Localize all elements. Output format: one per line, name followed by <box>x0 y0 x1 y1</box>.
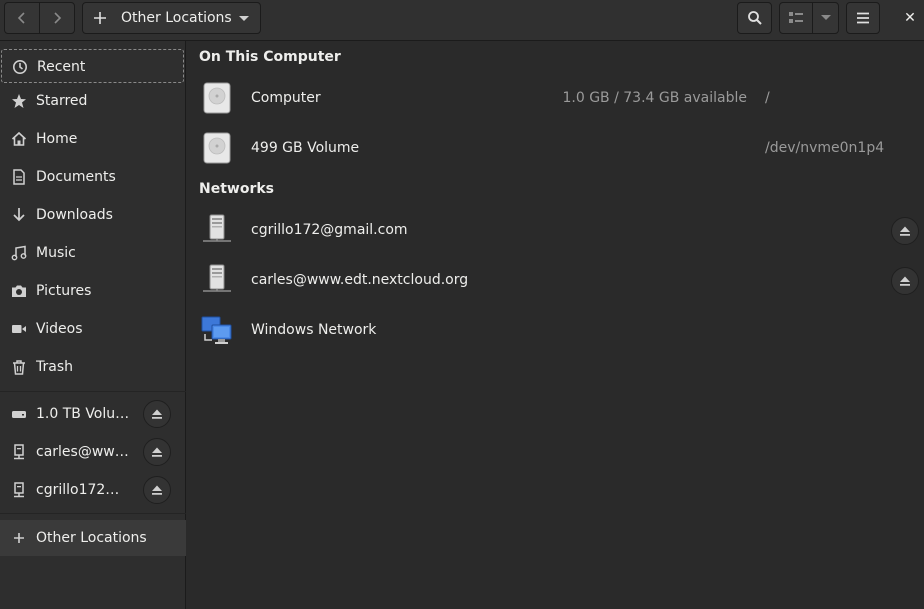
plus-icon <box>94 12 106 24</box>
eject-icon <box>152 447 162 457</box>
location-path: /dev/nvme0n1p4 <box>765 140 885 156</box>
close-button[interactable]: ✕ <box>896 4 924 32</box>
sidebar-item-label: Home <box>36 131 78 147</box>
sidebar-item-nextcloud[interactable]: carles@www.edt.nextcloud.org <box>0 435 186 469</box>
view-mode-button[interactable] <box>779 2 813 34</box>
star-icon <box>12 94 26 108</box>
section-title-networks: Networks <box>199 181 275 197</box>
music-icon <box>11 245 27 261</box>
location-name: Windows Network <box>251 322 377 338</box>
document-icon <box>13 169 25 185</box>
sidebar-item-other-locations[interactable]: Other Locations <box>0 520 186 556</box>
list-view-icon <box>789 12 803 23</box>
video-icon <box>12 325 26 333</box>
sidebar-item-label: Downloads <box>36 207 113 223</box>
location-row-499gb-volume[interactable]: 499 GB Volume /dev/nvme0n1p4 <box>187 123 924 173</box>
go-previous-icon <box>17 12 25 24</box>
location-label: Other Locations <box>121 10 232 26</box>
eject-button[interactable] <box>143 476 171 504</box>
sidebar-item-downloads[interactable]: Downloads <box>0 198 186 232</box>
other-locations-view: On This Computer Computer 1.0 GB / 73.4 … <box>187 41 924 609</box>
camera-icon <box>12 285 26 297</box>
hard-drive-icon <box>203 132 231 164</box>
sidebar-item-home[interactable]: Home <box>0 122 186 156</box>
main-menu-button[interactable] <box>846 2 880 34</box>
trash-icon <box>13 360 25 375</box>
sidebar-separator <box>0 391 186 392</box>
sidebar-item-label: Recent <box>37 59 86 75</box>
location-row-computer[interactable]: Computer 1.0 GB / 73.4 GB available / <box>187 73 924 123</box>
home-icon <box>11 131 27 146</box>
location-space: 1.0 GB / 73.4 GB available <box>562 90 747 106</box>
sidebar-item-1tb-volume[interactable]: 1.0 TB Volume <box>0 397 186 431</box>
location-name: carles@www.edt.nextcloud.org <box>251 272 469 288</box>
eject-button[interactable] <box>143 400 171 428</box>
forward-button[interactable] <box>39 2 75 34</box>
sidebar-item-pictures[interactable]: Pictures <box>0 274 186 308</box>
location-row-windows-network[interactable]: Windows Network <box>187 305 924 355</box>
eject-icon <box>152 485 162 495</box>
eject-button[interactable] <box>891 267 919 295</box>
location-name: Computer <box>251 90 321 106</box>
drive-icon <box>12 411 26 418</box>
network-server-icon <box>203 264 231 292</box>
sidebar-item-gmail[interactable]: cgrillo172@gmail.com <box>0 473 186 507</box>
chevron-down-icon <box>820 15 831 20</box>
eject-icon <box>152 409 162 419</box>
chevron-down-icon[interactable] <box>238 15 250 23</box>
location-name: cgrillo172@gmail.com <box>251 222 408 238</box>
sidebar-item-label: Music <box>36 245 76 261</box>
network-server-icon <box>14 482 24 498</box>
back-button[interactable] <box>4 2 40 34</box>
go-next-icon <box>54 12 62 24</box>
eject-icon <box>900 226 910 236</box>
sidebar-item-starred[interactable]: Starred <box>0 84 186 118</box>
sidebar-item-label: carles@www.edt.nextcloud.org <box>36 444 132 460</box>
sidebar-item-trash[interactable]: Trash <box>0 350 186 384</box>
eject-icon <box>900 276 910 286</box>
sidebar-item-label: cgrillo172@gmail.com <box>36 482 132 498</box>
plus-icon <box>14 533 24 543</box>
hard-drive-icon <box>203 82 231 114</box>
location-path-button[interactable]: Other Locations <box>82 2 261 34</box>
windows-network-icon <box>201 316 232 344</box>
location-row-nextcloud[interactable]: carles@www.edt.nextcloud.org <box>187 255 924 305</box>
eject-button[interactable] <box>891 217 919 245</box>
sidebar-item-label: Other Locations <box>36 530 147 546</box>
sidebar-item-label: Videos <box>36 321 83 337</box>
clock-icon <box>13 60 27 74</box>
network-server-icon <box>14 444 24 460</box>
search-button[interactable] <box>737 2 772 34</box>
location-name: 499 GB Volume <box>251 140 360 156</box>
header-bar: Other Locations ✕ <box>0 0 924 41</box>
network-server-icon <box>203 214 231 242</box>
hamburger-menu-icon <box>857 12 869 24</box>
sidebar-item-documents[interactable]: Documents <box>0 160 186 194</box>
sidebar-item-label: Documents <box>36 169 116 185</box>
sidebar-item-label: Pictures <box>36 283 92 299</box>
sidebar-item-label: Starred <box>36 93 88 109</box>
search-icon <box>747 11 762 25</box>
sidebar-separator <box>0 513 186 514</box>
location-row-gmail[interactable]: cgrillo172@gmail.com <box>187 205 924 255</box>
sidebar-item-label: Trash <box>36 359 73 375</box>
close-icon: ✕ <box>904 10 916 26</box>
sidebar-item-videos[interactable]: Videos <box>0 312 186 346</box>
sidebar: Recent Starred Home Documents Downloads … <box>0 41 186 609</box>
sidebar-item-label: 1.0 TB Volume <box>36 406 132 422</box>
sidebar-item-recent[interactable]: Recent <box>1 49 184 83</box>
view-options-button[interactable] <box>812 2 839 34</box>
download-icon <box>13 208 25 222</box>
location-path: / <box>765 90 770 106</box>
sidebar-item-music[interactable]: Music <box>0 236 186 270</box>
section-title-on-this-computer: On This Computer <box>199 49 341 65</box>
eject-button[interactable] <box>143 438 171 466</box>
